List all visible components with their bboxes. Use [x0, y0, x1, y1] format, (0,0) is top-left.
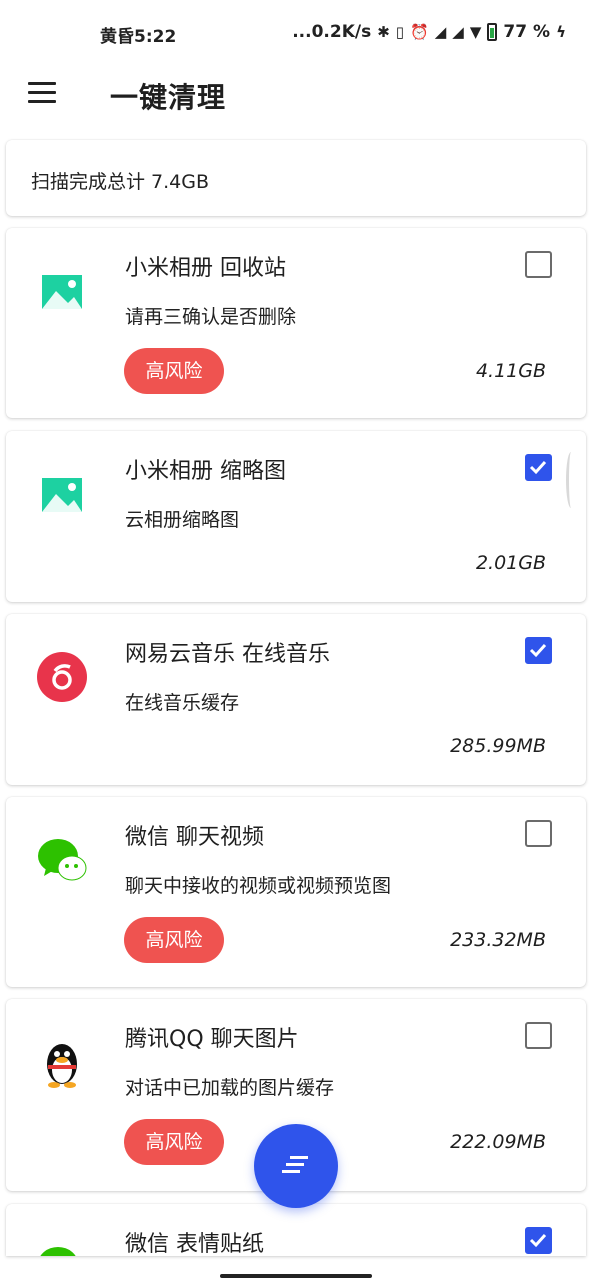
item-size: 2.01GB [475, 552, 546, 574]
cleanup-item-card[interactable]: 微信 表情贴纸 [6, 1204, 586, 1256]
high-risk-badge[interactable]: 高风险 [124, 917, 224, 963]
battery-percent-sign: % [533, 22, 551, 42]
item-checkbox[interactable] [525, 637, 552, 664]
signal-2-icon: ◢ [452, 23, 464, 41]
item-size: 233.32MB [450, 929, 546, 951]
battery-percent: 77 [503, 22, 528, 42]
checkmark-icon [529, 1233, 547, 1248]
item-checkbox[interactable] [525, 1227, 552, 1254]
item-checkbox[interactable] [525, 1022, 552, 1049]
status-time: 黄昏5:22 [100, 27, 177, 47]
wechat-icon [40, 1247, 76, 1256]
item-checkbox[interactable] [525, 251, 552, 278]
status-bar: 黄昏5:22 ...0.2K/s ✱ ▯ ⏰ ◢ ◢ ▼ 77 % ϟ [0, 0, 592, 64]
cleanup-item-card[interactable]: 小米相册 回收站 请再三确认是否删除 高风险 4.11GB [6, 228, 586, 418]
item-description: 云相册缩略图 [125, 509, 240, 531]
item-description: 在线音乐缓存 [125, 692, 240, 714]
summary-card: 扫描完成总计 7.4GB [6, 140, 586, 216]
item-title: 网易云音乐 在线音乐 [125, 642, 330, 667]
vibrate-icon: ▯ [395, 23, 405, 41]
battery-icon [487, 23, 498, 41]
item-checkbox[interactable] [525, 820, 552, 847]
item-description: 请再三确认是否删除 [125, 306, 297, 328]
scrollbar[interactable] [566, 452, 576, 508]
status-icons: ...0.2K/s ✱ ▯ ⏰ ◢ ◢ ▼ 77 % ϟ [292, 22, 566, 42]
item-title: 腾讯QQ 聊天图片 [125, 1027, 299, 1052]
netease-music-icon [37, 652, 87, 702]
gallery-icon [42, 478, 82, 512]
checkmark-icon [529, 460, 547, 475]
high-risk-badge[interactable]: 高风险 [124, 1119, 224, 1165]
item-title: 小米相册 缩略图 [125, 459, 286, 484]
wifi-icon: ▼ [469, 23, 482, 41]
checkmark-icon [529, 643, 547, 658]
cleanup-item-card[interactable]: 小米相册 缩略图 云相册缩略图 2.01GB [6, 431, 586, 602]
alarm-icon: ⏰ [410, 23, 429, 41]
home-indicator[interactable] [220, 1274, 372, 1278]
gallery-icon [42, 275, 82, 309]
item-size: 285.99MB [450, 735, 546, 757]
high-risk-badge[interactable]: 高风险 [124, 348, 224, 394]
network-speed: ...0.2K/s [292, 22, 372, 42]
item-size: 4.11GB [475, 360, 546, 382]
item-checkbox[interactable] [525, 454, 552, 481]
hamburger-menu-icon[interactable] [28, 82, 56, 104]
item-title: 微信 聊天视频 [125, 825, 264, 850]
signal-icon: ◢ [434, 23, 447, 41]
charging-icon: ϟ [556, 23, 566, 41]
page-title: 一键清理 [110, 81, 227, 114]
item-description: 对话中已加载的图片缓存 [125, 1077, 335, 1099]
item-size: 222.09MB [450, 1131, 546, 1153]
cleanup-item-card[interactable]: 微信 聊天视频 聊天中接收的视频或视频预览图 高风险 233.32MB [6, 797, 586, 987]
cleanup-item-card[interactable]: 网易云音乐 在线音乐 在线音乐缓存 285.99MB [6, 614, 586, 785]
app-bar: 一键清理 [0, 64, 592, 124]
item-title: 小米相册 回收站 [125, 256, 286, 281]
clean-fab-button[interactable] [254, 1124, 338, 1208]
sort-lines-icon [282, 1156, 308, 1173]
item-title: 微信 表情贴纸 [125, 1232, 264, 1256]
wechat-icon [38, 839, 87, 881]
scan-summary-text: 扫描完成总计 7.4GB [31, 171, 210, 193]
bluetooth-icon: ✱ [377, 23, 390, 41]
qq-penguin-icon [47, 1044, 77, 1088]
item-description: 聊天中接收的视频或视频预览图 [125, 875, 392, 897]
